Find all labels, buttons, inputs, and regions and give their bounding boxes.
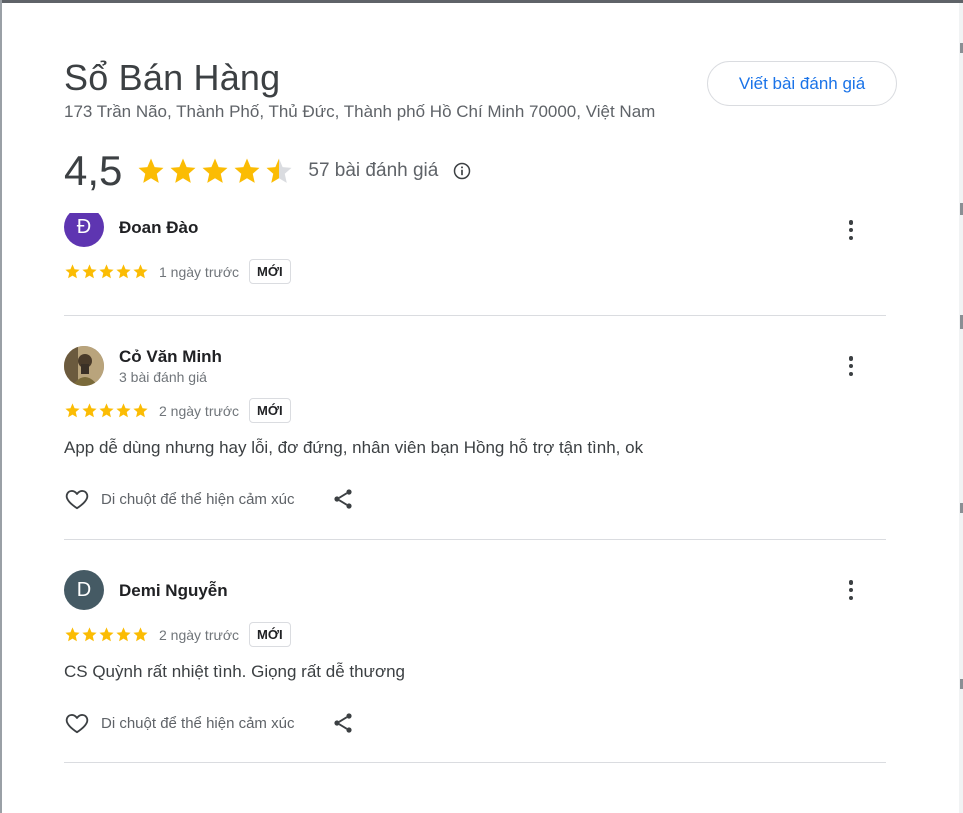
star-icon bbox=[65, 403, 80, 418]
window-top-border bbox=[0, 0, 963, 3]
star-icon bbox=[133, 627, 148, 642]
new-badge: MỚI bbox=[249, 622, 291, 647]
user-photo-icon bbox=[64, 346, 104, 386]
info-icon[interactable] bbox=[452, 161, 472, 181]
reviewer-name[interactable]: Đoan Đào bbox=[119, 218, 198, 238]
star-icon bbox=[234, 158, 260, 183]
half-star-icon bbox=[266, 158, 292, 183]
star-icon bbox=[170, 158, 196, 183]
reviews-list[interactable]: Đ Đoan Đào 1 ngày trước MỚI Cỏ Văn Minh … bbox=[64, 213, 886, 813]
background-strip bbox=[959, 3, 963, 813]
review-stars bbox=[64, 263, 149, 280]
more-options-button[interactable] bbox=[842, 218, 860, 242]
star-icon bbox=[138, 158, 164, 183]
review-actions: Di chuột để thể hiện cảm xúc bbox=[64, 710, 355, 736]
review-time: 1 ngày trước bbox=[159, 263, 240, 280]
review-rating-line: 2 ngày trước MỚI bbox=[64, 398, 291, 423]
overall-rating-stars bbox=[136, 156, 294, 186]
avatar[interactable]: Đ bbox=[64, 213, 104, 247]
star-icon bbox=[99, 264, 114, 279]
more-options-button[interactable] bbox=[842, 354, 860, 378]
rating-summary: 4,5 57 bài đánh giá bbox=[64, 146, 472, 196]
review-divider bbox=[64, 762, 886, 763]
review-item: Đ Đoan Đào 1 ngày trước MỚI bbox=[64, 213, 886, 316]
star-icon bbox=[65, 627, 80, 642]
reaction-hint: Di chuột để thể hiện cảm xúc bbox=[101, 490, 295, 508]
avatar[interactable]: D bbox=[64, 570, 104, 610]
window-left-border bbox=[0, 0, 2, 813]
star-icon bbox=[133, 264, 148, 279]
reaction-hint: Di chuột để thể hiện cảm xúc bbox=[101, 714, 295, 732]
star-icon bbox=[82, 627, 97, 642]
star-icon bbox=[133, 403, 148, 418]
reviewer-name[interactable]: Cỏ Văn Minh bbox=[119, 347, 222, 367]
star-icon bbox=[202, 158, 228, 183]
star-icon bbox=[116, 264, 131, 279]
write-review-button[interactable]: Viết bài đánh giá bbox=[707, 61, 897, 106]
review-actions: Di chuột để thể hiện cảm xúc bbox=[64, 486, 355, 512]
review-item: Cỏ Văn Minh 3 bài đánh giá 2 ngày trước … bbox=[64, 316, 886, 540]
rating-number: 4,5 bbox=[64, 147, 123, 194]
review-stars bbox=[64, 402, 149, 419]
star-icon bbox=[82, 264, 97, 279]
review-rating-line: 1 ngày trước MỚI bbox=[64, 259, 291, 284]
new-badge: MỚI bbox=[249, 398, 291, 423]
heart-icon[interactable] bbox=[64, 486, 90, 512]
review-time: 2 ngày trước bbox=[159, 626, 240, 643]
star-icon bbox=[65, 264, 80, 279]
reviewer-name[interactable]: Demi Nguyễn bbox=[119, 581, 228, 601]
share-icon[interactable] bbox=[331, 711, 355, 735]
avatar[interactable] bbox=[64, 346, 104, 386]
star-icon bbox=[82, 403, 97, 418]
star-icon bbox=[116, 403, 131, 418]
review-count[interactable]: 57 bài đánh giá bbox=[308, 160, 438, 182]
review-stars bbox=[64, 626, 149, 643]
review-rating-line: 2 ngày trước MỚI bbox=[64, 622, 291, 647]
share-icon[interactable] bbox=[331, 487, 355, 511]
review-text: CS Quỳnh rất nhiệt tình. Giọng rất dễ th… bbox=[64, 662, 405, 681]
star-icon bbox=[116, 627, 131, 642]
reviewer-review-count[interactable]: 3 bài đánh giá bbox=[119, 369, 207, 385]
new-badge: MỚI bbox=[249, 259, 291, 284]
review-text: App dễ dùng nhưng hay lỗi, đơ đứng, nhân… bbox=[64, 438, 644, 457]
heart-icon[interactable] bbox=[64, 710, 90, 736]
review-item: D Demi Nguyễn 2 ngày trước MỚI CS Quỳnh … bbox=[64, 540, 886, 763]
more-options-button[interactable] bbox=[842, 578, 860, 602]
review-time: 2 ngày trước bbox=[159, 402, 240, 419]
star-icon bbox=[99, 403, 114, 418]
star-icon bbox=[99, 627, 114, 642]
